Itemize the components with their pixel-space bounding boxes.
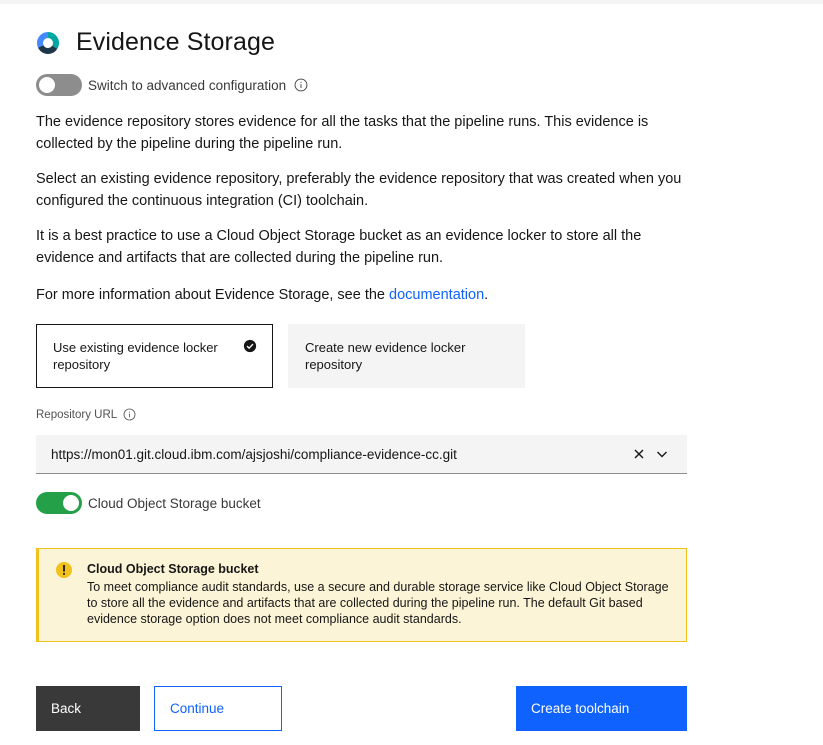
continue-button[interactable]: Continue xyxy=(154,686,282,731)
info-icon[interactable] xyxy=(123,408,136,421)
devops-logo-icon xyxy=(37,31,59,54)
tile-create-label: Create new evidence locker repository xyxy=(305,340,466,372)
description-paragraph-3: It is a best practice to use a Cloud Obj… xyxy=(36,228,642,266)
chevron-down-icon[interactable] xyxy=(655,447,669,461)
warning-notification: Cloud Object Storage bucket To meet comp… xyxy=(36,548,687,642)
warning-icon xyxy=(56,562,72,578)
toggle-knob xyxy=(63,495,79,511)
tile-use-existing-repository[interactable]: Use existing evidence locker repository xyxy=(36,324,273,388)
advanced-config-row: Switch to advanced configuration xyxy=(36,74,308,96)
more-info-paragraph: For more information about Evidence Stor… xyxy=(36,284,686,306)
repository-url-label: Repository URL xyxy=(36,408,118,421)
notification-body: To meet compliance audit standards, use … xyxy=(87,580,669,626)
description-paragraph-1: The evidence repository stores evidence … xyxy=(36,114,649,152)
notification-title: Cloud Object Storage bucket xyxy=(87,562,259,576)
info-icon[interactable] xyxy=(294,78,308,92)
cos-bucket-label: Cloud Object Storage bucket xyxy=(88,495,261,511)
page-header: Evidence Storage xyxy=(36,28,275,57)
cos-bucket-row: Cloud Object Storage bucket xyxy=(36,492,261,514)
create-toolchain-button[interactable]: Create toolchain xyxy=(516,686,687,731)
toggle-knob xyxy=(39,77,55,93)
evidence-storage-panel: Evidence Storage Switch to advanced conf… xyxy=(0,4,823,745)
more-info-suffix: . xyxy=(484,287,489,303)
repository-url-label-row: Repository URL xyxy=(36,408,136,421)
checkmark-filled-icon xyxy=(243,339,257,353)
advanced-config-label: Switch to advanced configuration xyxy=(88,77,287,93)
more-info-text: For more information about Evidence Stor… xyxy=(36,287,390,303)
repository-url-input[interactable] xyxy=(51,435,633,473)
back-button[interactable]: Back xyxy=(36,686,140,731)
repository-url-combobox xyxy=(36,435,687,474)
close-icon[interactable] xyxy=(633,448,645,460)
tile-existing-label: Use existing evidence locker repository xyxy=(53,340,218,372)
tile-create-new-repository[interactable]: Create new evidence locker repository xyxy=(288,324,525,388)
cos-bucket-toggle[interactable] xyxy=(36,492,82,514)
description-paragraph-2: Select an existing evidence repository, … xyxy=(36,171,682,209)
page-title: Evidence Storage xyxy=(76,28,275,56)
advanced-config-toggle[interactable] xyxy=(36,74,82,96)
documentation-link[interactable]: documentation xyxy=(389,287,484,303)
